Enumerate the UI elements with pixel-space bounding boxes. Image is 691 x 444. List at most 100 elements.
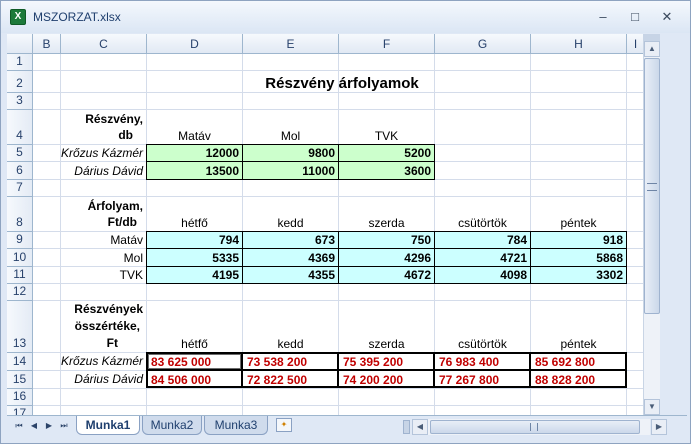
column-header-g[interactable]: G (435, 34, 531, 54)
total-cell[interactable]: 77 267 800 (436, 373, 531, 387)
minimize-button[interactable]: – (592, 8, 614, 26)
excel-icon[interactable]: X (10, 9, 26, 25)
share-name-header[interactable]: TVK (339, 129, 434, 143)
total-cell[interactable]: 85 692 800 (532, 355, 627, 369)
scroll-up-icon[interactable]: ▲ (644, 41, 660, 57)
rate-cell[interactable]: 918 (531, 233, 626, 247)
scroll-down-icon[interactable]: ▼ (644, 399, 660, 415)
column-header-d[interactable]: D (147, 34, 243, 54)
row-header[interactable]: 8 (7, 197, 33, 232)
row-header[interactable]: 16 (7, 389, 33, 406)
row-header[interactable]: 12 (7, 284, 33, 301)
rate-cell[interactable]: 4195 (147, 268, 242, 282)
rate-cell[interactable]: 3302 (531, 268, 626, 282)
tab-munka3[interactable]: Munka3 (204, 416, 268, 435)
total-cell[interactable]: 84 506 000 (148, 373, 243, 387)
shares-header-line2[interactable]: db (61, 128, 136, 142)
sheet-title[interactable]: Részvény árfolyamok (197, 75, 487, 92)
row-header[interactable]: 1 (7, 54, 33, 71)
tab-munka2[interactable]: Munka2 (142, 416, 202, 435)
rate-cell[interactable]: 4672 (339, 268, 434, 282)
row-header[interactable]: 10 (7, 249, 33, 267)
scroll-left-icon[interactable]: ◀ (412, 419, 428, 435)
row-header[interactable]: 5 (7, 145, 33, 162)
day-header[interactable]: kedd (243, 216, 338, 230)
row-header[interactable]: 2 (7, 71, 33, 93)
column-header-i[interactable]: I (627, 34, 643, 54)
row-header[interactable]: 14 (7, 353, 33, 371)
maximize-button[interactable]: □ (624, 8, 646, 26)
day-header[interactable]: kedd (243, 337, 338, 351)
shares-header-line1[interactable]: Részvény, (61, 112, 146, 126)
select-all-corner[interactable] (7, 34, 33, 54)
quantity-cell[interactable]: 5200 (339, 146, 434, 160)
tab-split-handle[interactable] (403, 420, 410, 434)
row-header[interactable]: 17 (7, 406, 33, 415)
day-header[interactable]: péntek (531, 216, 626, 230)
rate-cell[interactable]: 673 (243, 233, 338, 247)
share-name[interactable]: Matáv (61, 233, 146, 247)
totals-header-line3[interactable]: Ft (61, 336, 121, 350)
day-header[interactable]: hétfő (147, 216, 242, 230)
share-name[interactable]: Mol (61, 251, 146, 265)
rate-cell[interactable]: 4355 (243, 268, 338, 282)
rate-cell[interactable]: 750 (339, 233, 434, 247)
quantity-cell[interactable]: 3600 (339, 164, 434, 178)
quantity-cell[interactable]: 12000 (147, 146, 242, 160)
total-cell[interactable]: 75 395 200 (340, 355, 435, 369)
day-header[interactable]: csütörtök (435, 337, 530, 351)
row-header[interactable]: 3 (7, 93, 33, 110)
rate-cell[interactable]: 4369 (243, 251, 338, 265)
rate-cell[interactable]: 794 (147, 233, 242, 247)
total-cell[interactable]: 76 983 400 (436, 355, 531, 369)
prev-sheet-icon[interactable]: ◀ (28, 419, 40, 433)
day-header[interactable]: szerda (339, 216, 434, 230)
holder-name[interactable]: Dárius Dávid (37, 372, 146, 386)
rates-header-line2[interactable]: Ft/db (61, 215, 140, 229)
last-sheet-icon[interactable]: ⏭ (58, 419, 70, 433)
rate-cell[interactable]: 4098 (435, 268, 530, 282)
close-button[interactable]: ✕ (656, 8, 678, 26)
holder-name[interactable]: Krőzus Kázmér (37, 146, 146, 162)
rates-header-line1[interactable]: Árfolyam, (61, 199, 146, 213)
row-header[interactable]: 11 (7, 267, 33, 284)
total-cell[interactable]: 83 625 000 (148, 355, 243, 369)
column-header-h[interactable]: H (531, 34, 627, 54)
totals-header-line1[interactable]: Részvények (61, 302, 146, 316)
quantity-cell[interactable]: 9800 (243, 146, 338, 160)
column-header-e[interactable]: E (243, 34, 339, 54)
row-header[interactable]: 9 (7, 232, 33, 249)
rate-cell[interactable]: 5868 (531, 251, 626, 265)
tab-munka1[interactable]: Munka1 (76, 416, 140, 435)
holder-name[interactable]: Krőzus Kázmér (37, 354, 146, 368)
rate-cell[interactable]: 5335 (147, 251, 242, 265)
column-header-f[interactable]: F (339, 34, 435, 54)
total-cell[interactable]: 73 538 200 (244, 355, 339, 369)
holder-name[interactable]: Dárius Dávid (37, 164, 146, 180)
row-header[interactable]: 6 (7, 162, 33, 180)
share-name-header[interactable]: Mol (243, 129, 338, 143)
row-header[interactable]: 13 (7, 301, 33, 353)
rate-cell[interactable]: 784 (435, 233, 530, 247)
total-cell[interactable]: 88 828 200 (532, 373, 627, 387)
first-sheet-icon[interactable]: ⏮ (13, 419, 25, 433)
day-header[interactable]: csütörtök (435, 216, 530, 230)
row-header[interactable]: 15 (7, 371, 33, 389)
column-header-b[interactable]: B (33, 34, 61, 54)
day-header[interactable]: hétfő (147, 337, 242, 351)
scroll-right-icon[interactable]: ▶ (651, 419, 667, 435)
rate-cell[interactable]: 4721 (435, 251, 530, 265)
totals-header-line2[interactable]: összértéke, (61, 319, 143, 333)
next-sheet-icon[interactable]: ▶ (43, 419, 55, 433)
rate-cell[interactable]: 4296 (339, 251, 434, 265)
total-cell[interactable]: 72 822 500 (244, 373, 339, 387)
total-cell[interactable]: 74 200 200 (340, 373, 435, 387)
split-handle[interactable] (643, 34, 660, 41)
title-bar[interactable]: X MSZORZAT.xlsx – □ ✕ (1, 1, 690, 33)
day-header[interactable]: szerda (339, 337, 434, 351)
share-name-header[interactable]: Matáv (147, 129, 242, 143)
worksheet-grid[interactable]: B C D E F G H I 1 2 3 4 5 6 7 8 9 10 11 … (7, 34, 643, 415)
quantity-cell[interactable]: 11000 (243, 164, 338, 178)
day-header[interactable]: péntek (531, 337, 626, 351)
quantity-cell[interactable]: 13500 (147, 164, 242, 178)
